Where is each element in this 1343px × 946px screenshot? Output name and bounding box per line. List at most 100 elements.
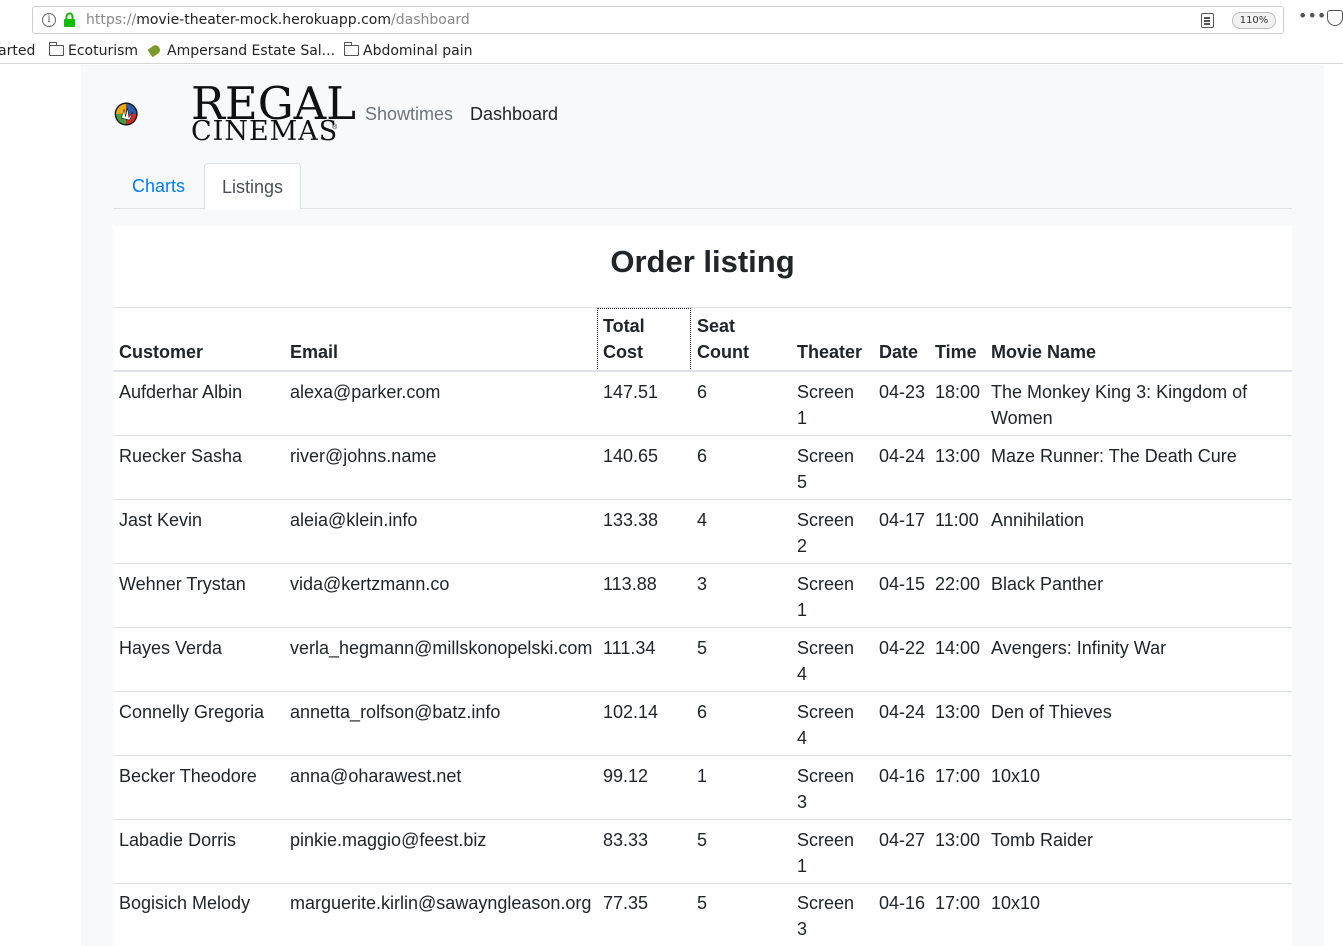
cell-date: 04-23: [879, 382, 926, 402]
reader-view-icon[interactable]: [1201, 13, 1214, 28]
cell-customer: Aufderhar Albin: [119, 382, 243, 402]
cell-seat-count: 6: [697, 382, 708, 402]
cell-theater: Screen 5: [797, 446, 855, 492]
cell-movie-name: Den of Thieves: [991, 702, 1112, 722]
regal-cinemas-logo[interactable]: [114, 78, 190, 150]
cell-date: 04-16: [879, 893, 926, 913]
order-listing-title: Order listing: [610, 244, 795, 279]
pocket-icon[interactable]: [1327, 10, 1343, 26]
cell-time: 17:00: [935, 893, 981, 913]
cell-total-cost: 113.88: [603, 574, 657, 594]
info-icon[interactable]: i: [42, 13, 56, 27]
cell-movie-name: Avengers: Infinity War: [991, 638, 1167, 658]
nav-dashboard-link[interactable]: Dashboard: [470, 103, 558, 125]
header-movie-name[interactable]: Movie Name: [991, 339, 1096, 365]
url-bar[interactable]: i https://movie-theater-mock.herokuapp.c…: [32, 6, 1284, 34]
table-row: Jast Kevin aleia@klein.info 133.38 4 Screen …: [113, 500, 1292, 564]
tag-icon: [147, 43, 162, 58]
cell-total-cost: 133.38: [603, 510, 659, 530]
page-actions-more-icon[interactable]: •••: [1298, 8, 1326, 24]
header-total-cost-line1[interactable]: Total: [603, 313, 645, 339]
bookmark-ecoturism[interactable]: Ecoturism: [49, 42, 138, 60]
header-total-cost-line2[interactable]: Cost: [603, 339, 643, 365]
cell-seat-count: 4: [697, 510, 708, 530]
cell-theater: Screen 1: [797, 574, 855, 620]
header-seat-count-line2[interactable]: Count: [697, 339, 749, 365]
tab-charts[interactable]: Charts: [113, 163, 204, 209]
cell-total-cost: 140.65: [603, 446, 659, 466]
cell-total-cost: 77.35: [603, 893, 649, 913]
cell-time: 22:00: [935, 574, 981, 594]
cell-customer: Bogisich Melody: [119, 893, 251, 913]
bookmarks-toolbar: arted Ecoturism Ampersand Estate Sal... …: [0, 40, 1343, 64]
cell-time: 11:00: [935, 510, 979, 530]
brand-line2: CINEMAS: [191, 116, 339, 147]
cell-movie-name: Annihilation: [991, 510, 1085, 530]
header-date[interactable]: Date: [879, 339, 918, 365]
folder-icon: [49, 42, 64, 56]
cell-email: alexa@parker.com: [290, 382, 441, 402]
tab-listings[interactable]: Listings: [204, 163, 301, 210]
cell-seat-count: 6: [697, 702, 708, 722]
cell-customer: Labadie Dorris: [119, 830, 237, 850]
bookmark-abdominal-pain[interactable]: Abdominal pain: [344, 42, 472, 60]
dashboard-tabs: Charts Listings: [113, 163, 1292, 210]
cell-seat-count: 5: [697, 893, 708, 913]
cell-email: pinkie.maggio@feest.biz: [290, 830, 487, 850]
cell-time: 13:00: [935, 446, 981, 466]
cell-time: 13:00: [935, 702, 981, 722]
cell-email: vida@kertzmann.co: [290, 574, 450, 594]
cell-date: 04-17: [879, 510, 926, 530]
cell-movie-name: The Monkey King 3: Kingdom of Women: [991, 382, 1248, 428]
bookmark-getting-started[interactable]: arted: [0, 42, 35, 60]
cell-seat-count: 1: [697, 766, 708, 786]
header-time[interactable]: Time: [935, 339, 977, 365]
bookmark-ampersand-estate[interactable]: Ampersand Estate Sal...: [147, 42, 335, 60]
cell-seat-count: 3: [697, 574, 708, 594]
table-top-rule: [113, 307, 1292, 308]
cell-date: 04-22: [879, 638, 926, 658]
cell-total-cost: 147.51: [603, 382, 659, 402]
cell-theater: Screen 4: [797, 638, 855, 684]
nav-showtimes-link[interactable]: Showtimes: [365, 103, 453, 125]
cell-theater: Screen 4: [797, 702, 855, 748]
cell-total-cost: 111.34: [603, 638, 656, 658]
cell-theater: Screen 1: [797, 830, 855, 876]
cell-time: 13:00: [935, 830, 981, 850]
cell-customer: Jast Kevin: [119, 510, 203, 530]
header-customer[interactable]: Customer: [119, 339, 203, 365]
table-row: Ruecker Sasha river@johns.name 140.65 6 Scre…: [113, 436, 1292, 500]
table-row: Bogisich Melody marguerite.kirlin@sawayng…: [113, 883, 1292, 946]
cell-seat-count: 6: [697, 446, 708, 466]
table-row: Wehner Trystan vida@kertzmann.co 113.88 3 Sc…: [113, 564, 1292, 628]
lock-icon[interactable]: [63, 12, 76, 28]
cell-time: 14:00: [935, 638, 981, 658]
cell-email: anna@oharawest.net: [290, 766, 462, 786]
url-text[interactable]: https://movie-theater-mock.herokuapp.com…: [86, 12, 470, 29]
cell-date: 04-24: [879, 446, 926, 466]
cell-date: 04-24: [879, 702, 926, 722]
cell-customer: Hayes Verda: [119, 638, 223, 658]
cell-movie-name: Maze Runner: The Death Cure: [991, 446, 1237, 466]
cell-email: verla_hegmann@millskonopelski.com: [290, 638, 593, 658]
cell-date: 04-27: [879, 830, 926, 850]
cell-email: marguerite.kirlin@sawayngleason.org: [290, 893, 592, 913]
header-seat-count-line1[interactable]: Seat: [697, 313, 735, 339]
cell-email: annetta_rolfson@batz.info: [290, 702, 501, 722]
zoom-level-badge[interactable]: 110%: [1232, 12, 1276, 29]
cell-customer: Ruecker Sasha: [119, 446, 243, 466]
cell-customer: Connelly Gregoria: [119, 702, 265, 722]
cell-total-cost: 99.12: [603, 766, 649, 786]
header-theater[interactable]: Theater: [797, 339, 862, 365]
cell-time: 17:00: [935, 766, 981, 786]
cell-movie-name: 10x10: [991, 893, 1041, 913]
header-email[interactable]: Email: [290, 339, 338, 365]
table-row: Becker Theodore anna@oharawest.net 99.12 1 S…: [113, 756, 1292, 820]
registered-mark: ®: [332, 124, 338, 131]
table-row: Hayes Verda verla_hegmann@millskonopelski…: [113, 628, 1292, 692]
cell-movie-name: Tomb Raider: [991, 830, 1094, 850]
table-row: Aufderhar Albin alexa@parker.com 147.51 6 Sc…: [113, 372, 1292, 436]
cell-theater: Screen 2: [797, 510, 855, 556]
folder-icon: [344, 42, 359, 56]
cell-customer: Becker Theodore: [119, 766, 257, 786]
